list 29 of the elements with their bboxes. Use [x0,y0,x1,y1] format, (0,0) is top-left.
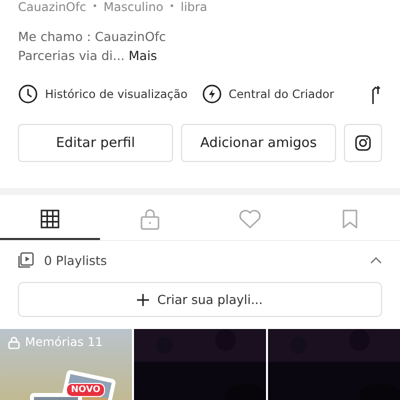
heart-icon [238,209,262,229]
grid-icon [40,209,60,229]
new-badge: NOVO [66,383,106,397]
playlist-icon [18,252,34,268]
profile-info-text: Masculino [104,0,164,15]
creator-center-shortcut[interactable]: Central do Criador [202,84,334,104]
lightning-icon [202,84,222,104]
more-link[interactable]: Mais [128,48,158,63]
bio-text: Me chamo : CauazinOfc [18,28,167,46]
bookmark-icon [342,209,358,229]
chevron-icon[interactable] [370,256,382,264]
playlists-count: 0 Playlists [44,252,107,268]
bio-text: Parcerias via di... [18,48,125,63]
profile-button[interactable]: Editar perfil [18,124,173,162]
separator-dot: • [169,1,175,14]
instagram-button[interactable] [344,124,382,162]
memories-tile[interactable]: Memórias 11 NOVO [0,329,132,400]
history-shortcut[interactable]: Histórico de visualização [18,84,188,104]
profile-info-text: CauazinOfc [18,0,86,15]
separator-dot: • [92,1,98,14]
lock-icon [8,336,20,348]
instagram-icon [355,135,371,151]
plus-icon [137,294,150,306]
clock-icon [18,84,38,104]
memories-label: Memórias 11 [25,335,103,349]
profile-button[interactable]: Adicionar amigos [181,124,336,162]
create-playlist-button[interactable]: Criar sua playli... [18,282,382,317]
lock-icon [140,208,160,230]
profile-info-text: libra [180,0,208,15]
